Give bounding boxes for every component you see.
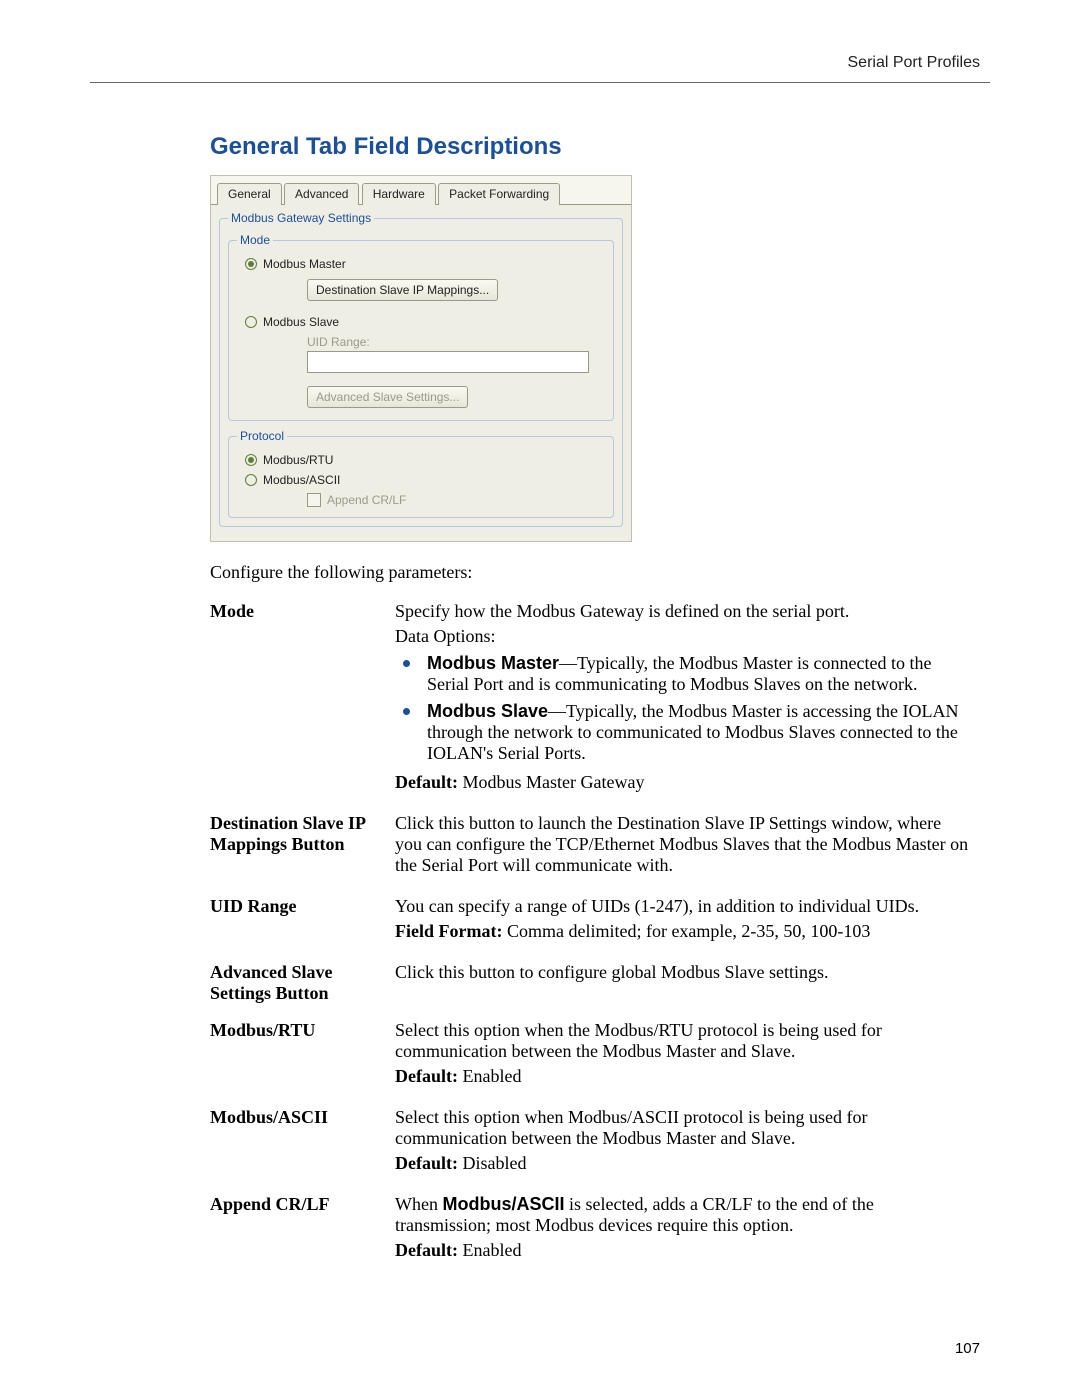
uid-range-input[interactable] <box>307 351 589 373</box>
field-description: When Modbus/ASCII is selected, adds a CR… <box>395 1186 970 1273</box>
description-line: Click this button to launch the Destinat… <box>395 813 970 876</box>
group-mode-legend: Mode <box>237 233 273 247</box>
section-title: General Tab Field Descriptions <box>210 133 970 161</box>
table-row: Modbus/ASCIISelect this option when Modb… <box>210 1099 970 1186</box>
field-description: Click this button to launch the Destinat… <box>395 805 970 888</box>
field-default: Default: Enabled <box>395 1066 970 1087</box>
tab-general[interactable]: General <box>217 183 282 205</box>
group-protocol-legend: Protocol <box>237 429 287 443</box>
description-line: Data Options: <box>395 626 970 647</box>
description-line: You can specify a range of UIDs (1-247),… <box>395 896 970 917</box>
option-item: Modbus Slave—Typically, the Modbus Maste… <box>417 699 970 768</box>
running-head: Serial Port Profiles <box>90 48 990 72</box>
field-default: Default: Modbus Master Gateway <box>395 772 970 793</box>
field-description: You can specify a range of UIDs (1-247),… <box>395 888 970 954</box>
radio-modbus-ascii[interactable]: Modbus/ASCII <box>245 473 605 487</box>
description-line: Select this option when Modbus/ASCII pro… <box>395 1107 970 1149</box>
tab-advanced[interactable]: Advanced <box>284 183 359 205</box>
destination-slave-ip-mappings-button[interactable]: Destination Slave IP Mappings... <box>307 279 498 301</box>
option-name: Modbus Master <box>427 653 559 673</box>
field-default: Default: Enabled <box>395 1240 970 1261</box>
radio-dot-icon <box>245 316 257 328</box>
table-row: Append CR/LFWhen Modbus/ASCII is selecte… <box>210 1186 970 1273</box>
radio-modbus-ascii-label: Modbus/ASCII <box>263 473 340 487</box>
uid-range-label: UID Range: <box>307 335 605 349</box>
radio-modbus-rtu[interactable]: Modbus/RTU <box>245 453 605 467</box>
radio-dot-icon <box>245 474 257 486</box>
description-line: When Modbus/ASCII is selected, adds a CR… <box>395 1194 970 1236</box>
group-modbus-gateway-legend: Modbus Gateway Settings <box>228 211 374 225</box>
page-number: 107 <box>955 1340 980 1357</box>
radio-modbus-master-label: Modbus Master <box>263 257 346 271</box>
tab-packet-forwarding[interactable]: Packet Forwarding <box>438 183 560 205</box>
field-term: Modbus/ASCII <box>210 1099 395 1186</box>
field-description: Select this option when Modbus/ASCII pro… <box>395 1099 970 1186</box>
field-term: Modbus/RTU <box>210 1012 395 1099</box>
option-name: Modbus Slave <box>427 701 548 721</box>
field-term: UID Range <box>210 888 395 954</box>
advanced-slave-settings-button[interactable]: Advanced Slave Settings... <box>307 386 468 408</box>
tab-hardware[interactable]: Hardware <box>362 183 436 205</box>
option-list: Modbus Master—Typically, the Modbus Mast… <box>395 651 970 768</box>
description-line: Click this button to configure global Mo… <box>395 962 970 983</box>
table-row: ModeSpecify how the Modbus Gateway is de… <box>210 593 970 805</box>
field-term: Append CR/LF <box>210 1186 395 1273</box>
field-format: Field Format: Comma delimited; for examp… <box>395 921 970 942</box>
radio-modbus-slave-label: Modbus Slave <box>263 315 339 329</box>
group-protocol: Protocol Modbus/RTU Modbus/ASCII Append … <box>228 429 614 518</box>
intro-paragraph: Configure the following parameters: <box>210 562 970 583</box>
description-line: Specify how the Modbus Gateway is define… <box>395 601 970 622</box>
checkbox-append-crlf[interactable]: Append CR/LF <box>307 493 605 507</box>
checkbox-icon <box>307 493 321 507</box>
dialog-screenshot: General Advanced Hardware Packet Forward… <box>210 175 632 542</box>
table-row: Advanced Slave Settings ButtonClick this… <box>210 954 970 1012</box>
field-term: Advanced Slave Settings Button <box>210 954 395 1012</box>
field-term: Mode <box>210 593 395 805</box>
field-descriptions-table: ModeSpecify how the Modbus Gateway is de… <box>210 593 970 1273</box>
radio-dot-icon <box>245 454 257 466</box>
field-default: Default: Disabled <box>395 1153 970 1174</box>
field-description: Click this button to configure global Mo… <box>395 954 970 1012</box>
field-description: Specify how the Modbus Gateway is define… <box>395 593 970 805</box>
tabstrip: General Advanced Hardware Packet Forward… <box>211 176 631 204</box>
radio-modbus-slave[interactable]: Modbus Slave <box>245 315 605 329</box>
table-row: Destination Slave IP Mappings ButtonClic… <box>210 805 970 888</box>
table-row: Modbus/RTUSelect this option when the Mo… <box>210 1012 970 1099</box>
append-crlf-label: Append CR/LF <box>327 493 406 507</box>
group-mode: Mode Modbus Master Destination Slave IP … <box>228 233 614 421</box>
radio-modbus-master[interactable]: Modbus Master <box>245 257 605 271</box>
radio-dot-icon <box>245 258 257 270</box>
description-line: Select this option when the Modbus/RTU p… <box>395 1020 970 1062</box>
group-modbus-gateway-settings: Modbus Gateway Settings Mode Modbus Mast… <box>219 211 623 527</box>
option-item: Modbus Master—Typically, the Modbus Mast… <box>417 651 970 699</box>
radio-modbus-rtu-label: Modbus/RTU <box>263 453 333 467</box>
field-term: Destination Slave IP Mappings Button <box>210 805 395 888</box>
table-row: UID RangeYou can specify a range of UIDs… <box>210 888 970 954</box>
field-description: Select this option when the Modbus/RTU p… <box>395 1012 970 1099</box>
